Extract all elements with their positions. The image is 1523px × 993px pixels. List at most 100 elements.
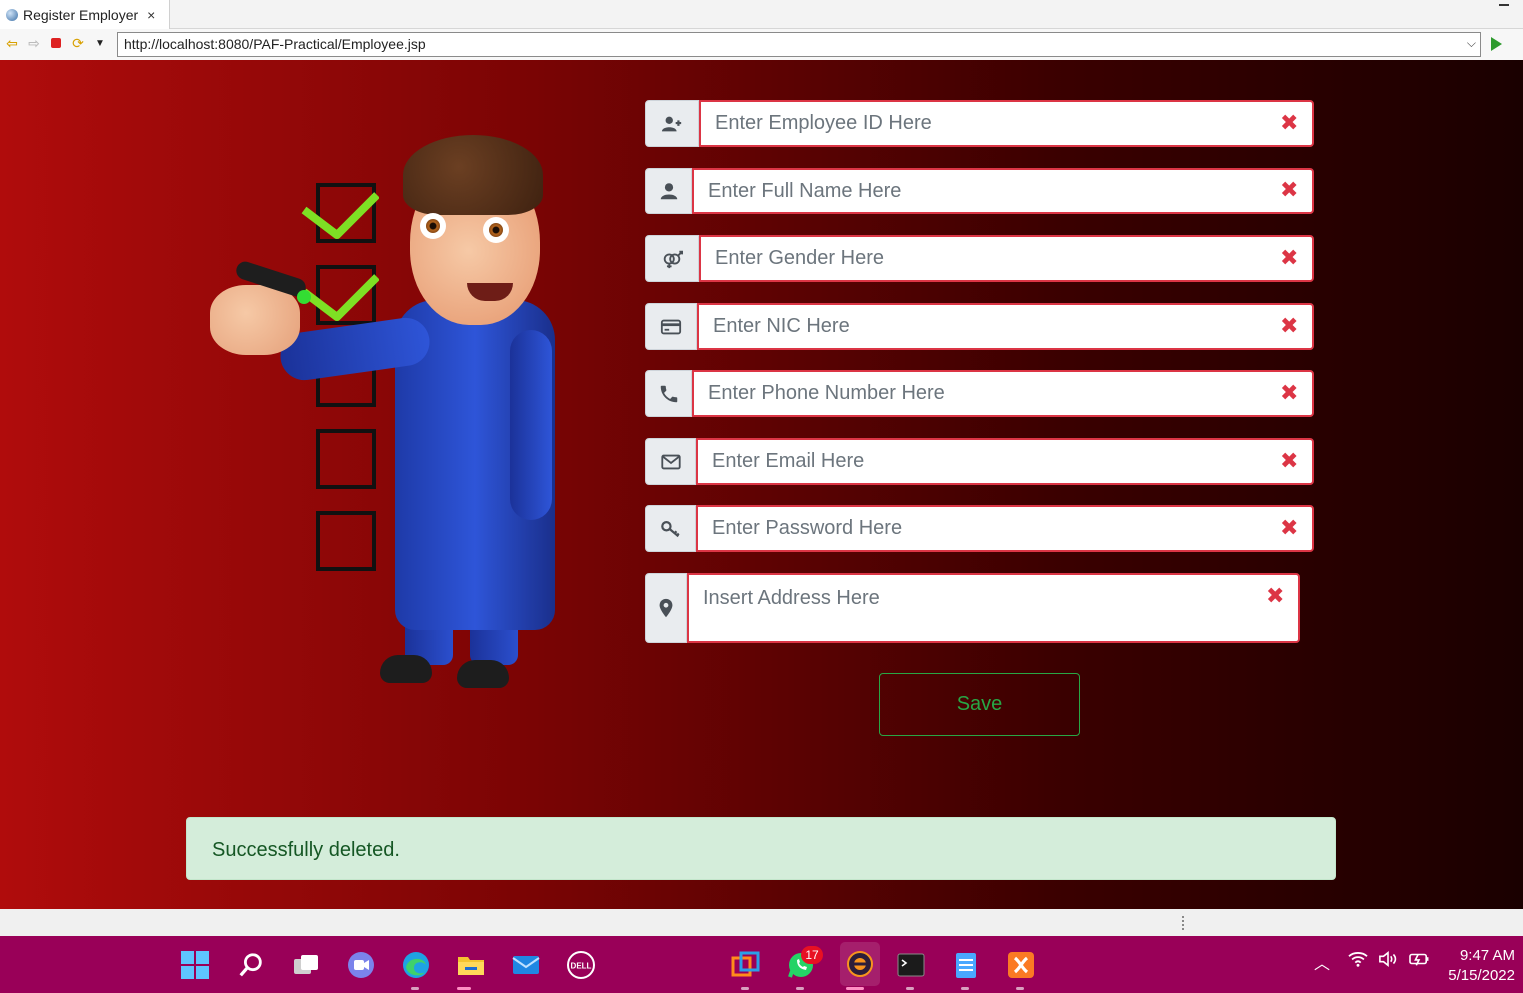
full-name-field: ✖	[692, 168, 1314, 214]
back-arrow-icon[interactable]: ⇦	[4, 35, 20, 51]
nic-field: ✖	[697, 303, 1314, 350]
go-icon[interactable]	[1491, 37, 1502, 51]
invalid-x-icon: ✖	[1266, 583, 1285, 608]
xampp-running-indicator	[1016, 987, 1024, 990]
employee-id-row: ✖	[645, 100, 1314, 147]
browser-status-bar	[0, 909, 1523, 936]
employee-id-field: ✖	[699, 100, 1314, 147]
chevron-down-icon[interactable]: ▼	[92, 35, 108, 51]
resize-grip-icon[interactable]	[1182, 916, 1184, 930]
volume-icon[interactable]	[1377, 950, 1399, 973]
save-button[interactable]: Save	[879, 673, 1080, 736]
task-view-icon[interactable]	[291, 950, 321, 980]
address-bar[interactable]: http://localhost:8080/PAF-Practical/Empl…	[117, 32, 1481, 57]
invalid-x-icon: ✖	[1280, 177, 1299, 202]
nic-input[interactable]	[699, 305, 1312, 348]
invalid-x-icon: ✖	[1280, 109, 1299, 135]
url-text: http://localhost:8080/PAF-Practical/Empl…	[124, 36, 426, 52]
eclipse-ide-icon[interactable]	[840, 942, 880, 986]
page-content: ✖ ✖ ✖ ✖	[0, 60, 1523, 909]
marker-tip	[297, 290, 311, 304]
full-name-input[interactable]	[694, 170, 1312, 212]
show-hidden-icons-chevron-icon[interactable]: ︿	[1314, 950, 1330, 974]
figure-hand	[210, 285, 300, 355]
terminal-icon[interactable]	[896, 950, 926, 980]
edge-browser-icon[interactable]	[401, 950, 431, 980]
gender-input[interactable]	[701, 237, 1312, 280]
figure-eye-right	[483, 217, 509, 243]
svg-text:DELL: DELL	[571, 962, 592, 971]
check-mark-icon	[301, 274, 379, 321]
invalid-x-icon: ✖	[1280, 312, 1299, 338]
stop-icon	[51, 38, 61, 48]
refresh-icon[interactable]: ⟳	[70, 35, 86, 51]
browser-tab-strip: Register Employer ×	[0, 0, 1523, 29]
figure-hair	[403, 135, 543, 215]
figure-eye-left	[420, 213, 446, 239]
vmware-icon[interactable]	[731, 950, 761, 980]
stop-button[interactable]	[48, 35, 64, 51]
address-textarea[interactable]	[689, 575, 1298, 641]
email-field: ✖	[696, 438, 1314, 485]
figure-shoe-right	[457, 660, 509, 688]
tab-title: Register Employer	[23, 6, 139, 23]
battery-icon[interactable]	[1407, 950, 1431, 973]
success-alert: Successfully deleted.	[186, 817, 1336, 880]
password-field: ✖	[696, 505, 1314, 552]
windows-start-icon[interactable]	[180, 950, 210, 980]
employee-checklist-illustration	[205, 95, 565, 688]
dell-icon[interactable]: DELL	[566, 950, 596, 980]
whatsapp-running-indicator	[796, 987, 804, 990]
invalid-x-icon: ✖	[1280, 379, 1299, 405]
eclipse-active-indicator	[846, 987, 864, 990]
wifi-icon[interactable]	[1347, 950, 1369, 973]
invalid-x-icon: ✖	[1280, 447, 1299, 473]
alert-message: Successfully deleted.	[212, 839, 400, 861]
search-icon[interactable]	[236, 950, 266, 980]
password-input[interactable]	[698, 507, 1312, 550]
xampp-icon[interactable]	[1006, 950, 1036, 980]
close-tab-icon[interactable]: ×	[147, 7, 155, 23]
browser-tab[interactable]: Register Employer ×	[0, 0, 170, 29]
full-name-row: ✖	[645, 168, 1314, 214]
email-row: ✖	[645, 438, 1314, 485]
phone-row: ✖	[645, 370, 1314, 417]
clock-date: 5/15/2022	[1448, 967, 1515, 984]
phone-input[interactable]	[694, 372, 1312, 415]
checkbox-4	[316, 429, 376, 489]
id-card-icon	[645, 303, 697, 350]
email-input[interactable]	[698, 440, 1312, 483]
invalid-x-icon: ✖	[1280, 514, 1299, 540]
browser-toolbar: ⇦ ⇨ ⟳ ▼ http://localhost:8080/PAF-Practi…	[0, 29, 1523, 82]
gender-field: ✖	[699, 235, 1314, 282]
gender-row: ✖	[645, 235, 1314, 282]
explorer-active-indicator	[457, 987, 471, 990]
mail-icon[interactable]	[511, 950, 541, 980]
notepad-icon[interactable]	[951, 950, 981, 980]
user-plus-icon	[645, 100, 699, 147]
figure-arm-right	[510, 330, 552, 520]
whatsapp-notification-badge: 17	[801, 946, 823, 964]
map-marker-icon	[645, 573, 687, 643]
file-explorer-icon[interactable]	[456, 950, 486, 980]
clock-time: 9:47 AM	[1459, 947, 1515, 964]
key-icon	[645, 505, 696, 552]
employee-id-input[interactable]	[701, 102, 1312, 145]
terminal-running-indicator	[906, 987, 914, 990]
phone-icon	[645, 370, 692, 417]
forward-arrow-icon[interactable]: ⇨	[26, 35, 42, 51]
nic-row: ✖	[645, 303, 1314, 350]
check-mark-icon	[301, 192, 379, 239]
url-dropdown-icon[interactable]: ⌵	[1467, 36, 1476, 51]
figure-shoe-left	[380, 655, 432, 683]
teams-chat-icon[interactable]	[346, 950, 376, 980]
system-clock[interactable]: 9:47 AM 5/15/2022	[1430, 946, 1515, 986]
edge-running-indicator	[411, 987, 419, 990]
minimize-icon[interactable]	[1499, 4, 1509, 8]
vmware-running-indicator	[741, 987, 749, 990]
notepad-running-indicator	[961, 987, 969, 990]
address-field: ✖	[687, 573, 1300, 643]
gender-icon	[645, 235, 699, 282]
address-row: ✖	[645, 573, 1300, 643]
checkbox-5	[316, 511, 376, 571]
